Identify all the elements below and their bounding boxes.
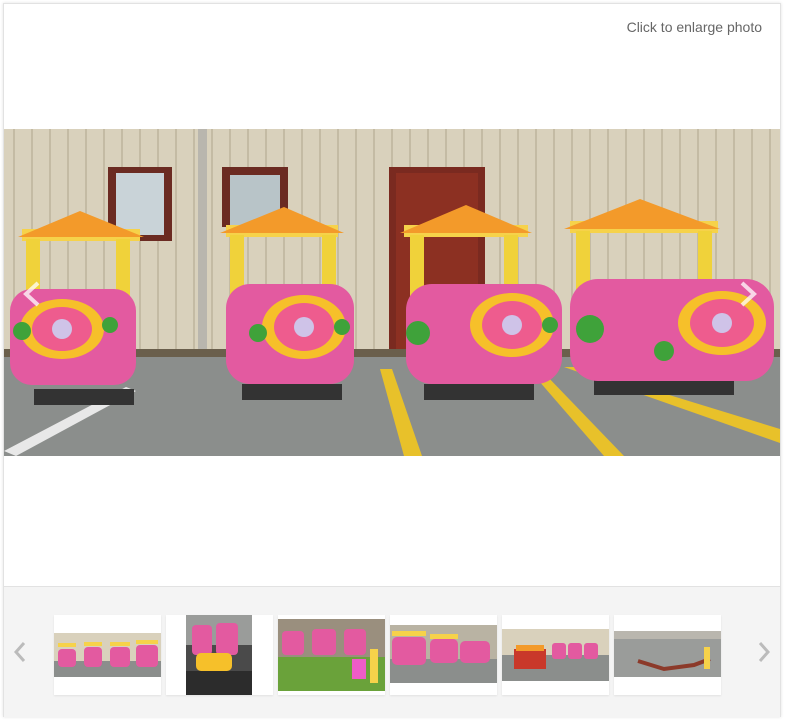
train-ride-2: [220, 207, 354, 400]
thumbnail-6-image: [614, 631, 721, 677]
chevron-left-icon: [23, 281, 40, 307]
train-rides-photo: [4, 129, 780, 456]
thumbnail-strip: [4, 586, 780, 717]
thumbnail-3-image: [278, 619, 385, 691]
next-photo-button[interactable]: [732, 279, 762, 309]
chevron-left-icon: [13, 642, 26, 662]
main-photo[interactable]: [4, 129, 780, 456]
photo-gallery: Click to enlarge photo: [3, 3, 781, 717]
chevron-right-icon: [758, 642, 771, 662]
thumbnail-2-image: [186, 615, 252, 695]
chevron-right-icon: [740, 281, 757, 307]
thumbnail-5[interactable]: [502, 615, 609, 695]
enlarge-photo-link[interactable]: Click to enlarge photo: [627, 19, 762, 35]
thumbnails-previous-button[interactable]: [10, 639, 30, 665]
thumbnail-4[interactable]: [390, 615, 497, 695]
thumbnail-5-image: [502, 629, 609, 681]
thumbnails-next-button[interactable]: [754, 639, 774, 665]
thumbnail-4-image: [390, 625, 497, 683]
thumbnail-2[interactable]: [166, 615, 273, 695]
thumbnail-3[interactable]: [278, 615, 385, 695]
thumbnail-1-image: [54, 633, 161, 677]
thumbnail-1[interactable]: [54, 615, 161, 695]
thumbnail-6[interactable]: [614, 615, 721, 695]
previous-photo-button[interactable]: [18, 279, 48, 309]
